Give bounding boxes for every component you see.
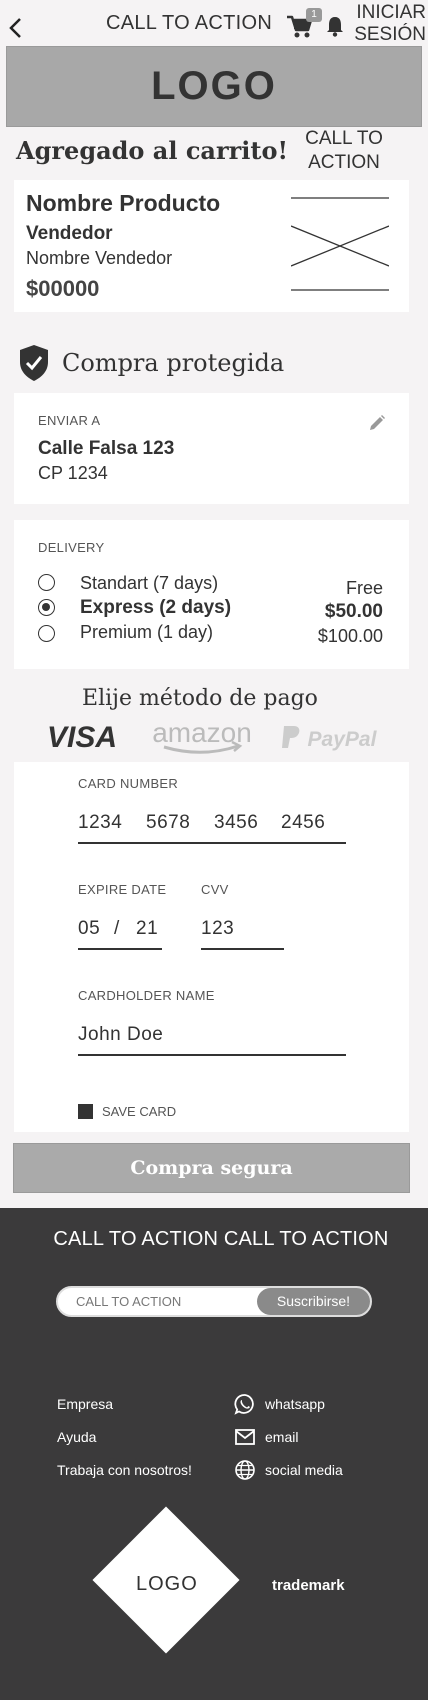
paypal-logo-icon[interactable]: PayPal	[280, 722, 384, 754]
header-cta-link[interactable]: CALL TO ACTION	[106, 12, 272, 35]
added-to-cart-title: Agregado al carrito!	[16, 136, 289, 165]
expire-date-label: EXPIRE DATE	[78, 882, 167, 897]
expire-date-input[interactable]: 05 / 21	[78, 918, 162, 948]
footer	[0, 1208, 428, 1700]
delivery-price-standard: Free	[345, 578, 383, 598]
delivery-price-express: $50.00	[324, 601, 383, 622]
shipping-address: Calle Falsa 123	[38, 438, 175, 459]
login-line-1: INICIAR	[356, 2, 426, 23]
login-link[interactable]: INICIAR SESIÓN	[346, 2, 426, 46]
card-number-label: CARD NUMBER	[78, 776, 179, 791]
subscribe-button[interactable]: Suscribirse!	[257, 1288, 370, 1315]
whatsapp-icon	[234, 1394, 254, 1415]
delivery-option-express[interactable]: Express (2 days)	[80, 597, 231, 619]
seller-name: Nombre Vendedor	[26, 248, 173, 268]
shield-check-icon	[20, 345, 48, 381]
added-cta-line-2: ACTION	[308, 152, 380, 173]
cvv-underline	[201, 948, 284, 950]
cardholder-input[interactable]: John Doe	[78, 1024, 346, 1054]
footer-logo-text: LOGO	[136, 1573, 198, 1595]
subscribe-input-placeholder[interactable]: CALL TO ACTION	[76, 1294, 181, 1309]
card-number-underline	[78, 842, 346, 844]
cardholder-label: CARDHOLDER NAME	[78, 988, 215, 1003]
footer-contact-social[interactable]: social media	[265, 1462, 343, 1478]
footer-contact-email[interactable]: email	[265, 1429, 298, 1445]
card-number-input[interactable]: 1234 5678 3456 2456	[78, 812, 346, 842]
bell-icon[interactable]	[325, 15, 345, 37]
visa-logo-icon[interactable]: VISA	[42, 720, 122, 752]
footer-cta-text[interactable]: CALL TO ACTION CALL TO ACTION	[0, 1228, 428, 1251]
delivery-label: DELIVERY	[38, 540, 105, 555]
delivery-price-premium: $100.00	[317, 626, 383, 646]
footer-link-empresa[interactable]: Empresa	[57, 1396, 113, 1412]
visa-logo-text: VISA	[47, 721, 117, 752]
footer-link-trabaja[interactable]: Trabaja con nosotros!	[57, 1462, 192, 1478]
protected-purchase-text: Compra protegida	[62, 349, 285, 377]
email-icon	[235, 1429, 255, 1445]
card-number-group-2: 5678	[146, 812, 191, 833]
trademark-text: trademark	[272, 1577, 345, 1594]
product-image-placeholder-icon	[291, 197, 389, 291]
expire-year: 21	[136, 918, 159, 939]
shipping-label: ENVIAR A	[38, 413, 101, 428]
cvv-input[interactable]: 123	[201, 918, 284, 948]
delivery-radio-premium[interactable]	[38, 625, 55, 642]
delivery-option-standard[interactable]: Standart (7 days)	[80, 573, 218, 594]
product-name: Nombre Producto	[26, 190, 221, 216]
cardholder-underline	[78, 1054, 346, 1056]
product-price: $00000	[26, 276, 100, 301]
card-number-group-3: 3456	[214, 812, 259, 833]
footer-link-ayuda[interactable]: Ayuda	[57, 1429, 96, 1445]
secure-purchase-button[interactable]: Compra segura	[13, 1143, 410, 1193]
save-card-label[interactable]: SAVE CARD	[102, 1104, 176, 1119]
payment-method-title: Elije método de pago	[82, 686, 318, 711]
footer-contact-whatsapp[interactable]: whatsapp	[265, 1396, 325, 1412]
expire-underline	[78, 948, 162, 950]
logo-text: LOGO	[151, 64, 277, 108]
expire-separator: /	[114, 918, 120, 939]
login-line-2: SESIÓN	[354, 24, 426, 45]
card-number-group-4: 2456	[281, 812, 326, 833]
amazon-logo-icon[interactable]: amazon	[150, 720, 254, 756]
back-arrow-icon[interactable]	[6, 16, 26, 40]
delivery-radio-standard[interactable]	[38, 574, 55, 591]
added-cta-line-1: CALL TO	[305, 128, 383, 149]
expire-month: 05	[78, 918, 101, 939]
card-number-group-1: 1234	[78, 812, 123, 833]
edit-pencil-icon[interactable]	[368, 414, 386, 432]
cvv-label: CVV	[201, 882, 229, 897]
save-card-checkbox[interactable]	[78, 1104, 93, 1119]
logo-banner[interactable]: LOGO	[6, 46, 422, 127]
shipping-postal-code: CP 1234	[38, 463, 108, 483]
delivery-option-premium[interactable]: Premium (1 day)	[80, 622, 213, 643]
added-cta-link[interactable]: CALL TO ACTION	[296, 127, 392, 175]
seller-label: Vendedor	[26, 223, 113, 244]
cart-count-badge: 1	[306, 8, 322, 22]
globe-icon	[235, 1460, 255, 1480]
delivery-radio-express[interactable]	[38, 599, 55, 616]
paypal-logo-text: PayPal	[308, 728, 378, 751]
